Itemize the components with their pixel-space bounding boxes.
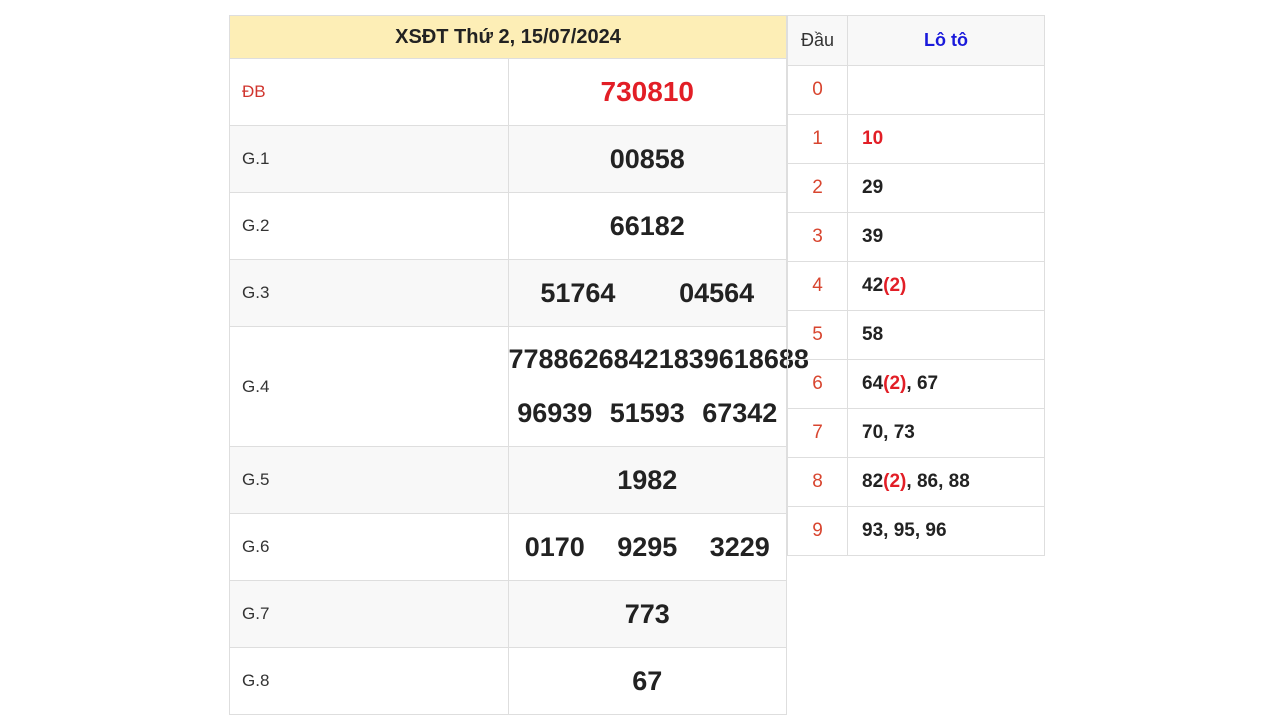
loto-dau: 5 bbox=[787, 310, 848, 360]
results-table: XSĐT Thứ 2, 15/07/2024 ĐB 730810 G.1 008… bbox=[229, 15, 809, 715]
prize-row-g2: G.2 66182 bbox=[229, 192, 787, 260]
prize-number: 0170 bbox=[524, 531, 585, 562]
loto-number: 96 bbox=[925, 520, 947, 541]
loto-count: (2) bbox=[883, 275, 907, 296]
prize-label: ĐB bbox=[229, 58, 509, 126]
prize-row-g5: G.5 1982 bbox=[229, 446, 787, 514]
loto-number: 86 bbox=[916, 471, 939, 492]
loto-number: 39 bbox=[862, 226, 884, 247]
prize-number: 00858 bbox=[609, 143, 685, 174]
loto-number: 42 bbox=[862, 275, 884, 296]
prize-label: G.8 bbox=[229, 647, 509, 715]
prize-label: G.1 bbox=[229, 125, 509, 193]
loto-dau: 0 bbox=[787, 65, 848, 115]
prize-row-g4: G.4 77886 26842 18396 18688 96939 51593 … bbox=[229, 326, 809, 447]
loto-dau: 7 bbox=[787, 408, 848, 458]
prize-number: 26842 bbox=[583, 344, 659, 374]
loto-row: 1 10 bbox=[787, 114, 1045, 164]
prize-row-g3: G.3 51764 04564 bbox=[229, 259, 787, 327]
loto-values: 10 bbox=[847, 114, 1045, 164]
loto-header-dau: Đầu bbox=[787, 15, 848, 66]
prize-number: 51764 bbox=[540, 277, 616, 308]
loto-row: 9 93, 95, 96 bbox=[787, 506, 1045, 556]
loto-table: Đầu Lô tô 0 1 10 2 29 3 39 4 42(2) 5 58 6 64(2), 67 7… bbox=[787, 15, 1045, 556]
prize-number: 1982 bbox=[617, 464, 678, 495]
loto-values: 64(2), 67 bbox=[847, 359, 1045, 409]
loto-dau: 2 bbox=[787, 163, 848, 213]
prize-number: 77886 bbox=[508, 344, 584, 374]
loto-values: 29 bbox=[847, 163, 1045, 213]
prize-number: 773 bbox=[624, 598, 670, 629]
loto-row: 3 39 bbox=[787, 212, 1045, 262]
loto-number: 10 bbox=[862, 128, 884, 149]
prize-row-g8: G.8 67 bbox=[229, 647, 787, 715]
loto-row: 4 42(2) bbox=[787, 261, 1045, 311]
loto-dau: 3 bbox=[787, 212, 848, 262]
loto-row: 6 64(2), 67 bbox=[787, 359, 1045, 409]
loto-number: 93 bbox=[862, 520, 884, 541]
prize-label: G.5 bbox=[229, 446, 509, 514]
prize-number: 51593 bbox=[609, 398, 685, 428]
prize-number: 67342 bbox=[702, 398, 778, 428]
loto-count: (2) bbox=[883, 373, 907, 394]
prize-label: G.7 bbox=[229, 580, 509, 648]
loto-row: 5 58 bbox=[787, 310, 1045, 360]
loto-number: 70 bbox=[862, 422, 884, 443]
prize-label: G.6 bbox=[229, 513, 509, 581]
special-prize-number: 730810 bbox=[600, 76, 694, 107]
loto-count: (2) bbox=[883, 471, 907, 492]
loto-row: 8 82(2), 86, 88 bbox=[787, 457, 1045, 507]
loto-number: 67 bbox=[916, 373, 939, 394]
prize-row-g1: G.1 00858 bbox=[229, 125, 787, 193]
prize-number: 3229 bbox=[709, 531, 770, 562]
loto-number: 95 bbox=[893, 520, 915, 541]
loto-values: 93, 95, 96 bbox=[847, 506, 1045, 556]
loto-number: 58 bbox=[862, 324, 884, 345]
loto-row: 7 70, 73 bbox=[787, 408, 1045, 458]
loto-number: 73 bbox=[893, 422, 915, 443]
loto-row: 2 29 bbox=[787, 163, 1045, 213]
loto-values bbox=[847, 65, 1045, 115]
loto-number: 82 bbox=[862, 471, 884, 492]
loto-number: 29 bbox=[862, 177, 884, 198]
loto-values: 82(2), 86, 88 bbox=[847, 457, 1045, 507]
prize-row-g6: G.6 0170 9295 3229 bbox=[229, 513, 787, 581]
loto-values: 70, 73 bbox=[847, 408, 1045, 458]
loto-number: 64 bbox=[862, 373, 884, 394]
loto-row: 0 bbox=[787, 65, 1045, 115]
loto-values: 39 bbox=[847, 212, 1045, 262]
prize-number: 9295 bbox=[617, 531, 678, 562]
loto-dau: 9 bbox=[787, 506, 848, 556]
loto-header-loto: Lô tô bbox=[847, 15, 1045, 66]
loto-dau: 6 bbox=[787, 359, 848, 409]
prize-number: 04564 bbox=[679, 277, 755, 308]
prize-number: 66182 bbox=[609, 210, 685, 241]
loto-values: 58 bbox=[847, 310, 1045, 360]
prize-number: 18396 bbox=[658, 344, 734, 374]
results-title: XSĐT Thứ 2, 15/07/2024 bbox=[229, 15, 787, 59]
prize-number: 67 bbox=[632, 665, 663, 696]
loto-dau: 1 bbox=[787, 114, 848, 164]
prize-label: G.4 bbox=[229, 326, 509, 447]
loto-dau: 8 bbox=[787, 457, 848, 507]
loto-values: 42(2) bbox=[847, 261, 1045, 311]
prize-row-db: ĐB 730810 bbox=[229, 58, 787, 126]
loto-number: 88 bbox=[948, 471, 970, 492]
loto-dau: 4 bbox=[787, 261, 848, 311]
prize-label: G.2 bbox=[229, 192, 509, 260]
prize-label: G.3 bbox=[229, 259, 509, 327]
prize-row-g7: G.7 773 bbox=[229, 580, 787, 648]
prize-number: 96939 bbox=[517, 398, 593, 428]
